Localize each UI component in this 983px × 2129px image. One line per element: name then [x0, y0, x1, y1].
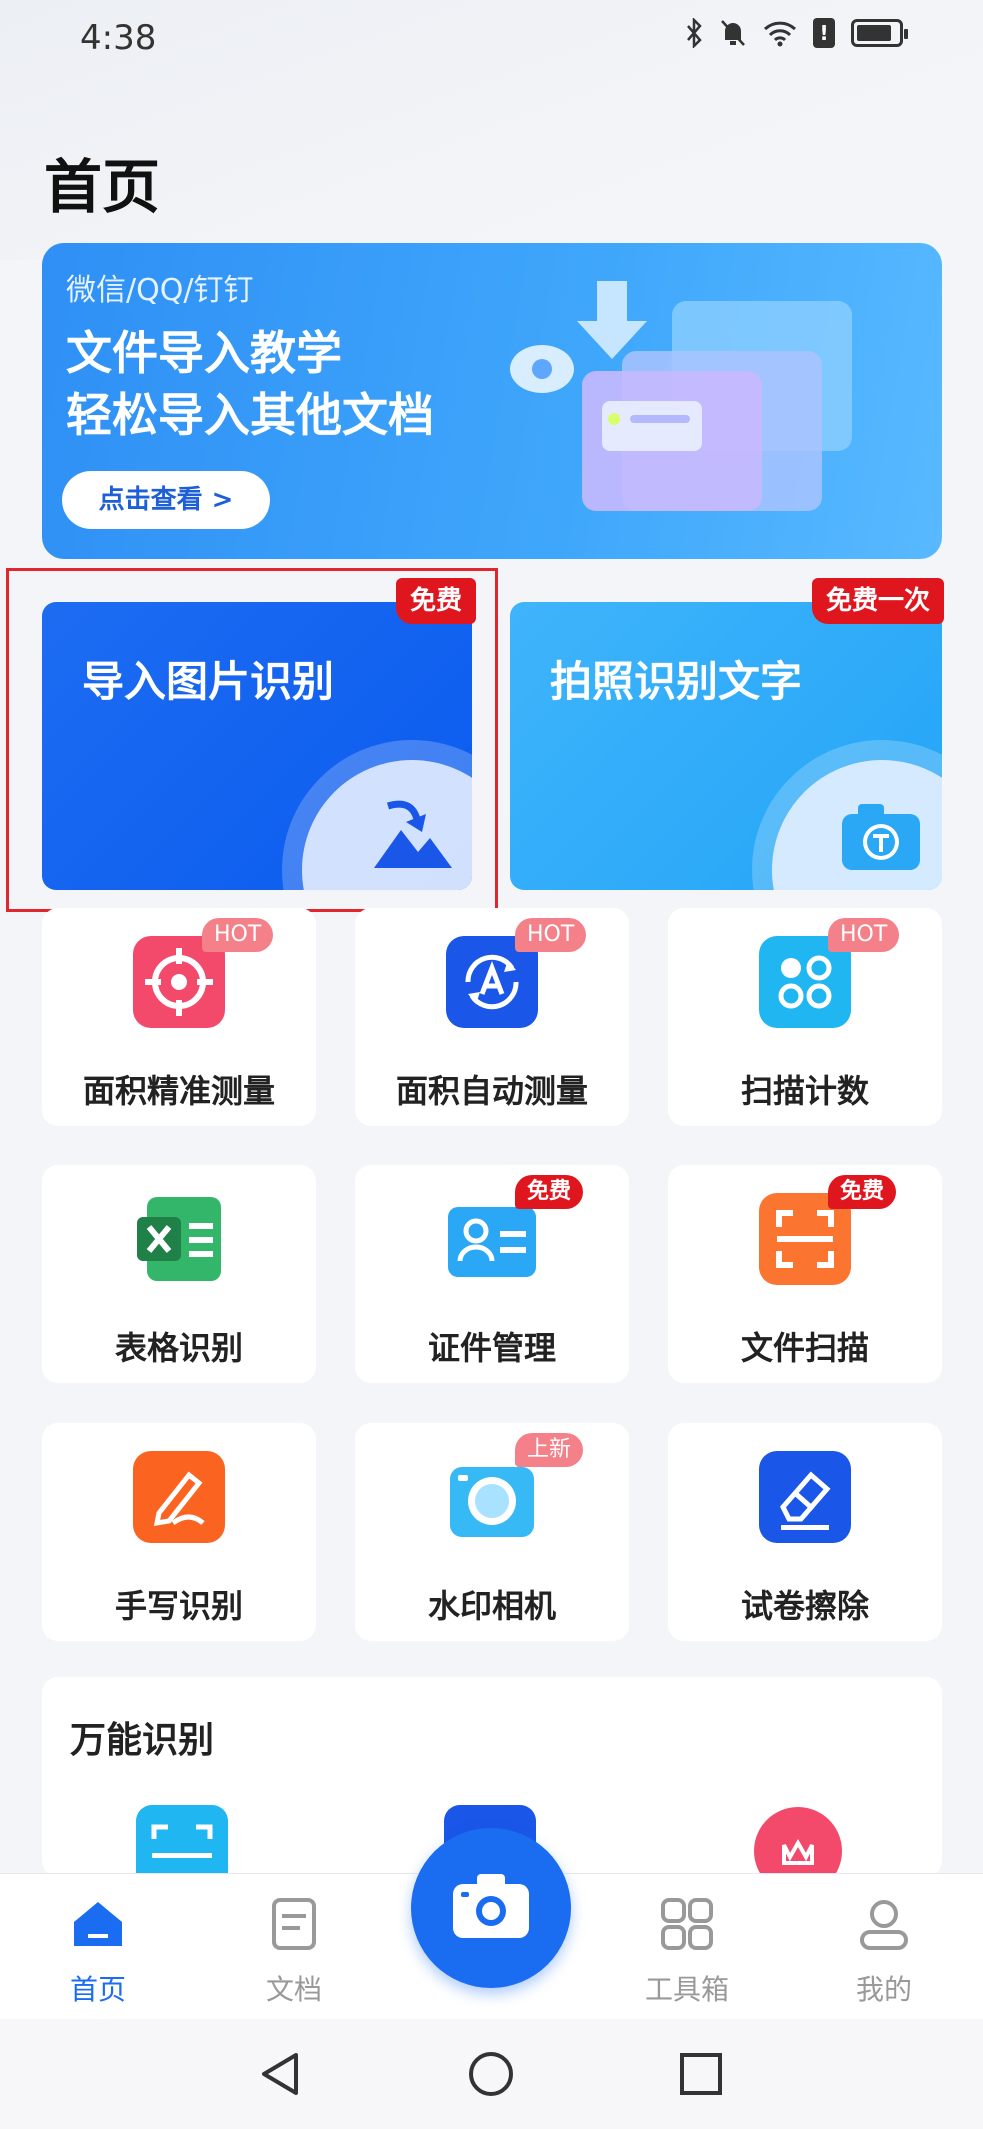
view-button[interactable]: 点击查看 > [62, 471, 270, 529]
document-icon [272, 1898, 316, 1950]
free-badge: 免费 [828, 1175, 897, 1209]
tool-exam-erase[interactable]: 试卷擦除 [668, 1423, 942, 1641]
tool-precise-area-measure[interactable]: HOT 面积精准测量 [42, 908, 316, 1126]
wifi-icon [763, 21, 797, 47]
bluetooth-icon [687, 18, 702, 48]
hot-badge: HOT [515, 918, 587, 952]
nav-label: 文档 [265, 1973, 322, 2006]
tool-auto-area-measure[interactable]: HOT 面积自动测量 [355, 908, 629, 1126]
selection-highlight [6, 568, 498, 912]
battery-icon [851, 19, 908, 47]
tool-table-recognition[interactable]: 表格识别 [42, 1165, 316, 1383]
tool-label: 证件管理 [427, 1329, 556, 1367]
tutorial-banner[interactable]: 微信/QQ/钉钉 文件导入教学 轻松导入其他文档 点击查看 > [42, 243, 942, 559]
nav-toolbox[interactable]: 工具箱 [627, 1874, 747, 2020]
card-title: 拍照识别文字 [550, 657, 803, 706]
back-icon[interactable] [256, 2049, 306, 2099]
tool-label: 试卷擦除 [740, 1587, 869, 1625]
nav-label: 工具箱 [644, 1973, 729, 2006]
tool-label: 面积精准测量 [82, 1072, 275, 1110]
system-nav-bar [0, 2019, 983, 2129]
status-time: 4:38 [80, 18, 157, 58]
nav-profile[interactable]: 我的 [824, 1874, 944, 2020]
recents-icon[interactable] [676, 2049, 726, 2099]
scan-icon[interactable] [136, 1805, 228, 1875]
tool-label: 扫描计数 [740, 1072, 869, 1110]
document-import-illustration [510, 281, 852, 511]
nav-home[interactable]: 首页 [38, 1874, 158, 2020]
free-badge: 免费 [515, 1175, 584, 1209]
free-once-tag: 免费一次 [812, 578, 945, 624]
tool-label: 文件扫描 [740, 1329, 869, 1367]
nav-documents[interactable]: 文档 [234, 1874, 354, 2020]
tool-label: 表格识别 [114, 1329, 243, 1367]
status-bar: 4:38 ! [0, 0, 983, 78]
tool-handwriting-recognition[interactable]: 手写识别 [42, 1423, 316, 1641]
tool-label: 水印相机 [427, 1587, 556, 1625]
tool-id-management[interactable]: 免费 证件管理 [355, 1165, 629, 1383]
eraser-icon [759, 1451, 851, 1543]
status-icons: ! [685, 18, 908, 48]
mute-bell-icon [721, 20, 745, 46]
profile-icon [860, 1900, 908, 1950]
toolbox-icon [661, 1898, 713, 1950]
camera-button[interactable] [411, 1828, 571, 1988]
alert-icon: ! [813, 18, 835, 48]
page-title: 首页 [44, 153, 161, 221]
new-badge: 上新 [515, 1433, 584, 1467]
excel-icon [137, 1197, 221, 1281]
section-title: 万能识别 [70, 1720, 215, 1761]
tool-scan-count[interactable]: HOT 扫描计数 [668, 908, 942, 1126]
home-icon [74, 1902, 122, 1946]
banner-subtitle: 微信/QQ/钉钉 [66, 273, 254, 308]
nav-label: 我的 [855, 1973, 912, 2006]
tool-file-scan[interactable]: 免费 文件扫描 [668, 1165, 942, 1383]
tool-label: 手写识别 [114, 1587, 243, 1625]
home-circle-icon[interactable] [466, 2049, 516, 2099]
tool-label: 面积自动测量 [395, 1072, 588, 1110]
hot-badge: HOT [202, 918, 274, 952]
flower-icon[interactable] [752, 1805, 844, 1875]
hot-badge: HOT [828, 918, 900, 952]
handwriting-icon [133, 1451, 225, 1543]
photo-text-recognition-card[interactable]: 拍照识别文字 [510, 602, 942, 890]
camera-text-icon [842, 804, 920, 870]
banner-headline-2: 轻松导入其他文档 [66, 388, 434, 442]
tool-watermark-camera[interactable]: 上新 水印相机 [355, 1423, 629, 1641]
camera-icon [453, 1874, 529, 1938]
banner-headline-1: 文件导入教学 [66, 326, 342, 380]
nav-label: 首页 [69, 1973, 126, 2006]
